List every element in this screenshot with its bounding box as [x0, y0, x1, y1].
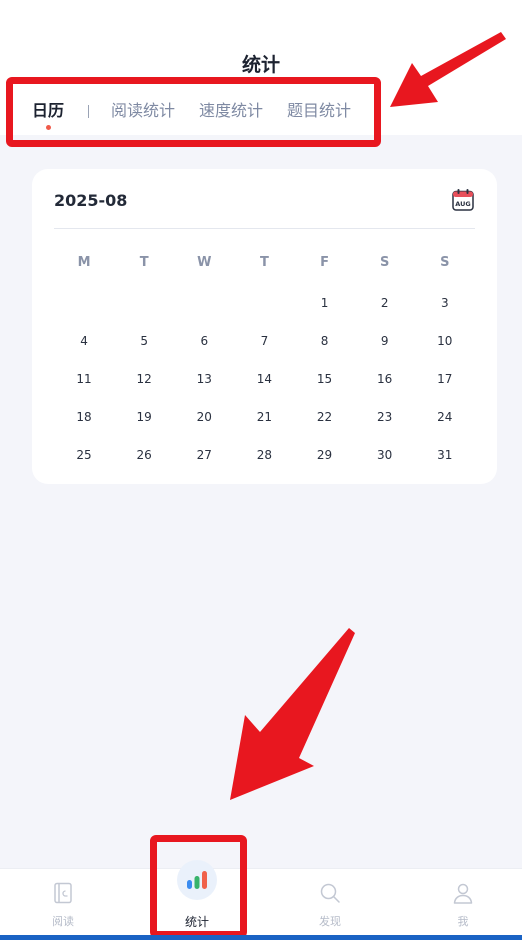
week-row: 4 5 6 7 8 9 10 — [54, 331, 475, 351]
nav-label-reading: 阅读 — [52, 915, 74, 928]
calendar-day[interactable]: 24 — [415, 407, 475, 427]
calendar-day[interactable]: 29 — [295, 445, 355, 465]
week-row: 11 12 13 14 15 16 17 — [54, 369, 475, 389]
calendar-day[interactable]: 15 — [295, 369, 355, 389]
calendar-day[interactable]: 19 — [114, 407, 174, 427]
tab-bar-highlight-box — [6, 77, 381, 147]
calendar-day[interactable]: 9 — [355, 331, 415, 351]
weekday-label: W — [197, 255, 212, 270]
calendar-day[interactable]: 26 — [114, 445, 174, 465]
nav-item-discover[interactable]: 发现 — [265, 869, 395, 935]
calendar-day[interactable]: 28 — [234, 445, 294, 465]
weekday-label: S — [440, 255, 450, 270]
calendar-icon[interactable]: AUG — [451, 188, 475, 212]
calendar-day[interactable]: 25 — [54, 445, 114, 465]
calendar-day[interactable]: 1 — [295, 293, 355, 313]
calendar-day[interactable]: 23 — [355, 407, 415, 427]
calendar-card: 2025-08 AUG M T W T F S S 1 2 3 4 5 6 7 … — [32, 169, 497, 484]
calendar-day-empty — [234, 293, 294, 313]
calendar-day[interactable]: 6 — [174, 331, 234, 351]
stats-tab-highlight-box — [150, 835, 247, 938]
calendar-day[interactable]: 4 — [54, 331, 114, 351]
calendar-day[interactable]: 7 — [234, 331, 294, 351]
weekday-label: T — [139, 255, 149, 270]
bottom-arrow-annotation — [230, 628, 355, 800]
calendar-day[interactable]: 2 — [355, 293, 415, 313]
week-row: 25 26 27 28 29 30 31 — [54, 445, 475, 465]
calendar-day[interactable]: 11 — [54, 369, 114, 389]
calendar-day[interactable]: 12 — [114, 369, 174, 389]
weekday-label: T — [260, 255, 269, 270]
top-arrow-annotation — [390, 32, 506, 107]
month-label: 2025-08 — [54, 191, 128, 210]
bottom-nav: 阅读 统计 发现 我 — [0, 868, 522, 940]
book-icon — [54, 882, 72, 904]
system-bottom-strip — [0, 935, 522, 940]
weekday-label: F — [320, 255, 329, 270]
user-icon — [453, 883, 473, 904]
weekday-label: S — [380, 255, 390, 270]
nav-label-me: 我 — [457, 915, 469, 928]
calendar-day-empty — [114, 293, 174, 313]
week-row: 18 19 20 21 22 23 24 — [54, 407, 475, 427]
weekday-label: M — [77, 255, 91, 270]
calendar-day[interactable]: 21 — [234, 407, 294, 427]
calendar-day[interactable]: 20 — [174, 407, 234, 427]
calendar-day[interactable]: 14 — [234, 369, 294, 389]
weekday-header-row: M T W T F S S — [54, 255, 475, 270]
calendar-day-empty — [54, 293, 114, 313]
card-divider — [54, 228, 475, 229]
calendar-day[interactable]: 13 — [174, 369, 234, 389]
calendar-day[interactable]: 17 — [415, 369, 475, 389]
search-icon — [320, 883, 340, 903]
calendar-day[interactable]: 10 — [415, 331, 475, 351]
calendar-day[interactable]: 31 — [415, 445, 475, 465]
calendar-day[interactable]: 30 — [355, 445, 415, 465]
nav-item-reading[interactable]: 阅读 — [0, 869, 130, 935]
calendar-day[interactable]: 8 — [295, 331, 355, 351]
calendar-day[interactable]: 27 — [174, 445, 234, 465]
calendar-day[interactable]: 22 — [295, 407, 355, 427]
nav-label-discover: 发现 — [319, 915, 341, 928]
calendar-day[interactable]: 16 — [355, 369, 415, 389]
calendar-icon-text: AUG — [455, 200, 470, 208]
calendar-day[interactable]: 5 — [114, 331, 174, 351]
nav-item-me[interactable]: 我 — [398, 869, 522, 935]
calendar-day-empty — [174, 293, 234, 313]
calendar-day[interactable]: 3 — [415, 293, 475, 313]
week-row: 1 2 3 — [54, 293, 475, 313]
calendar-day[interactable]: 18 — [54, 407, 114, 427]
